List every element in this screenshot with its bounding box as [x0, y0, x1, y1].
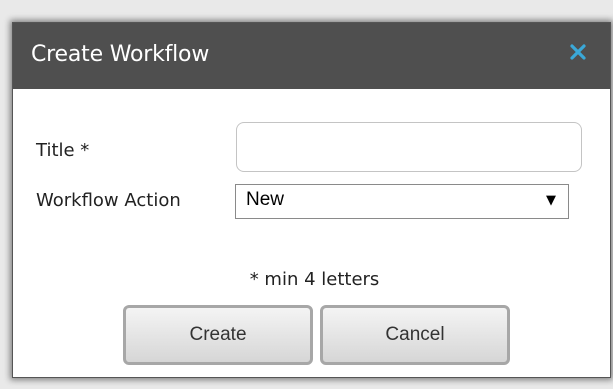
dialog-title: Create Workflow — [31, 42, 210, 67]
title-input[interactable] — [236, 122, 582, 172]
create-button[interactable]: Create — [123, 305, 313, 365]
dropdown-arrow-icon: ▼ — [546, 193, 556, 208]
create-workflow-dialog: Create Workflow Title * Workflow Action … — [12, 22, 611, 378]
validation-note: * min 4 letters — [249, 269, 380, 290]
cancel-button[interactable]: Cancel — [320, 305, 510, 365]
dialog-titlebar: Create Workflow — [13, 23, 610, 89]
workflow-action-selected-value: New — [246, 189, 285, 210]
workflow-action-select[interactable]: New ▼ — [235, 184, 569, 219]
close-icon[interactable] — [566, 40, 590, 64]
workflow-action-label: Workflow Action — [36, 190, 181, 211]
title-label: Title * — [36, 140, 90, 161]
